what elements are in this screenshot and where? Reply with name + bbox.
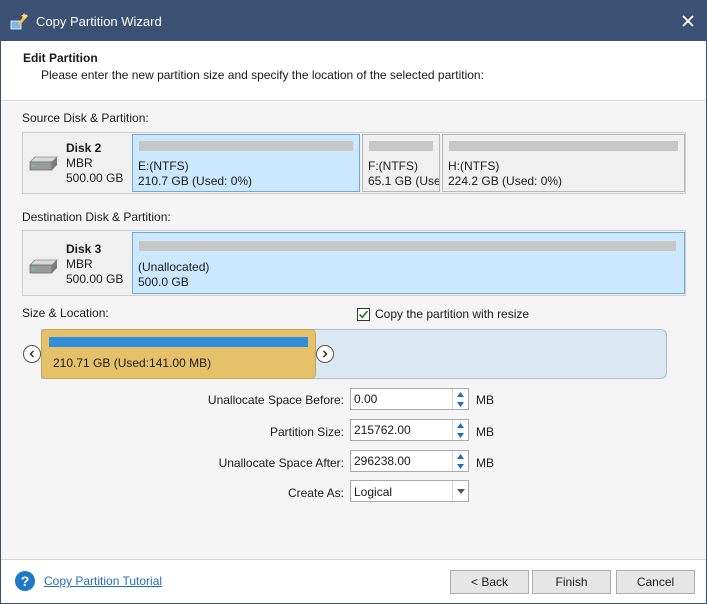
slider-size-text: 210.71 GB (Used:141.00 MB) (53, 356, 212, 370)
partition-usage-bar (369, 141, 433, 151)
source-disk-type: MBR (66, 156, 93, 170)
destination-partition-unallocated[interactable]: (Unallocated) 500.0 GB (132, 232, 685, 294)
hard-disk-icon (27, 154, 59, 174)
partition-name: (Unallocated) (138, 260, 210, 274)
partition-info: 500.0 GB (138, 275, 189, 289)
create-as-value: Logical (354, 485, 393, 499)
source-disk-row: Disk 2 MBR 500.00 GB E:(NTFS) 210.7 GB (… (22, 132, 686, 194)
source-disk-size: 500.00 GB (66, 171, 124, 185)
wizard-body: Source Disk & Partition: Disk 2 MBR 500.… (1, 102, 706, 559)
source-partition-h[interactable]: H:(NTFS) 224.2 GB (Used: 0%) (442, 134, 685, 192)
window-title: Copy Partition Wizard (36, 14, 162, 29)
chevron-down-icon[interactable] (452, 481, 468, 501)
back-button[interactable]: < Back (450, 570, 529, 594)
unallocate-before-stepper[interactable] (350, 388, 469, 410)
create-as-label: Create As: (287, 486, 344, 500)
source-disk-name: Disk 2 (66, 141, 102, 155)
wizard-footer: ? Copy Partition Tutorial < Back Finish … (1, 559, 706, 603)
partition-info: 210.7 GB (Used: 0%) (138, 174, 253, 188)
hard-disk-icon (27, 257, 59, 277)
partition-info: 224.2 GB (Used: 0%) (448, 174, 563, 188)
copy-with-resize-label: Copy the partition with resize (375, 307, 530, 321)
destination-disk-name: Disk 3 (66, 242, 102, 256)
partition-name: H:(NTFS) (448, 159, 500, 173)
partition-name: F:(NTFS) (368, 159, 418, 173)
unallocate-after-label: Unallocate Space After: (218, 456, 344, 470)
source-disk-info: Disk 2 MBR 500.00 GB (23, 133, 133, 193)
close-icon[interactable] (676, 9, 700, 33)
title-bar: Copy Partition Wizard (1, 1, 706, 41)
unit-label: MB (476, 425, 494, 439)
finish-button[interactable]: Finish (532, 570, 611, 594)
partition-size-stepper[interactable] (350, 419, 469, 441)
unallocate-before-label: Unallocate Space Before: (207, 393, 344, 407)
partition-slider-handle[interactable]: 210.71 GB (Used:141.00 MB) (41, 329, 316, 379)
spin-down-icon[interactable] (453, 399, 468, 409)
source-section-label: Source Disk & Partition: (22, 111, 149, 125)
page-title: Edit Partition (23, 51, 98, 65)
create-as-dropdown[interactable]: Logical (350, 480, 469, 502)
copy-partition-tutorial-link[interactable]: Copy Partition Tutorial (44, 574, 162, 588)
partition-name: E:(NTFS) (138, 159, 189, 173)
copy-with-resize-checkbox[interactable] (357, 307, 370, 321)
destination-disk-info: Disk 3 MBR 500.00 GB (23, 231, 133, 291)
partition-usage-bar (449, 141, 678, 151)
used-space-bar (49, 337, 308, 347)
stepper-buttons (452, 451, 468, 471)
spin-up-icon[interactable] (453, 420, 468, 430)
spin-down-icon[interactable] (453, 430, 468, 440)
slider-right-arrow-icon[interactable] (316, 345, 334, 363)
destination-disk-type: MBR (66, 257, 93, 271)
unallocate-before-input[interactable] (351, 389, 451, 409)
unit-label: MB (476, 393, 494, 407)
partition-size-label: Partition Size: (269, 425, 344, 439)
partition-usage-bar (139, 241, 676, 251)
stepper-buttons (452, 389, 468, 409)
stepper-buttons (452, 420, 468, 440)
copy-partition-wizard-window: Copy Partition Wizard Edit Partition Ple… (0, 0, 707, 604)
destination-disk-size: 500.00 GB (66, 272, 124, 286)
cancel-button[interactable]: Cancel (616, 570, 695, 594)
copy-with-resize-option[interactable]: Copy the partition with resize (357, 307, 529, 321)
partition-info: 65.1 GB (Used: 0%) (368, 174, 439, 188)
slider-left-arrow-icon[interactable] (23, 345, 41, 363)
spin-up-icon[interactable] (453, 389, 468, 399)
source-partition-e[interactable]: E:(NTFS) 210.7 GB (Used: 0%) (132, 134, 360, 192)
spin-down-icon[interactable] (453, 461, 468, 471)
page-subtitle: Please enter the new partition size and … (41, 68, 484, 82)
unallocate-after-stepper[interactable] (350, 450, 469, 472)
wizard-app-icon (9, 11, 29, 31)
size-location-label: Size & Location: (22, 306, 109, 320)
partition-size-input[interactable] (351, 420, 451, 440)
destination-section-label: Destination Disk & Partition: (22, 210, 171, 224)
unit-label: MB (476, 456, 494, 470)
wizard-header: Edit Partition Please enter the new part… (1, 41, 706, 101)
partition-usage-bar (139, 141, 353, 151)
spin-up-icon[interactable] (453, 451, 468, 461)
destination-disk-row: Disk 3 MBR 500.00 GB (Unallocated) 500.0… (22, 230, 686, 296)
unallocate-after-input[interactable] (351, 451, 451, 471)
help-icon[interactable]: ? (15, 571, 35, 591)
source-partition-f[interactable]: F:(NTFS) 65.1 GB (Used: 0%) (362, 134, 440, 192)
